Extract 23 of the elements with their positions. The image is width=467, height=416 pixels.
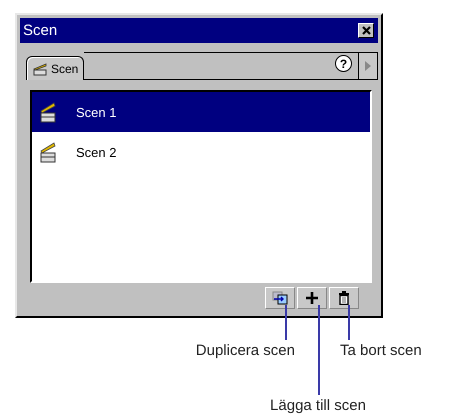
callout-label: Ta bort scen: [340, 342, 422, 359]
scene-tab[interactable]: Scen: [26, 56, 84, 80]
clapperboard-icon: [38, 141, 58, 163]
callout-label: Duplicera scen: [196, 342, 295, 359]
trash-icon: [338, 291, 350, 305]
close-icon: [362, 26, 370, 35]
arrow-button[interactable]: [358, 52, 378, 80]
triangle-icon: [365, 61, 371, 71]
trash-button[interactable]: [329, 287, 359, 309]
callout-label: Lägga till scen: [270, 397, 366, 414]
scene-item[interactable]: Scen 1: [32, 92, 370, 132]
window-title: Scen: [23, 22, 58, 39]
duplicate-button[interactable]: [265, 287, 295, 309]
clapperboard-icon: [38, 101, 58, 123]
scene-item[interactable]: Scen 2: [32, 132, 370, 172]
close-button[interactable]: [358, 23, 374, 38]
leader-line: [348, 305, 350, 340]
clapperboard-icon: [32, 62, 48, 76]
add-button[interactable]: [297, 287, 327, 309]
leader-line: [285, 305, 287, 340]
plus-icon: [305, 291, 319, 305]
help-button[interactable]: ?: [335, 55, 352, 72]
duplicate-icon: [272, 291, 288, 305]
